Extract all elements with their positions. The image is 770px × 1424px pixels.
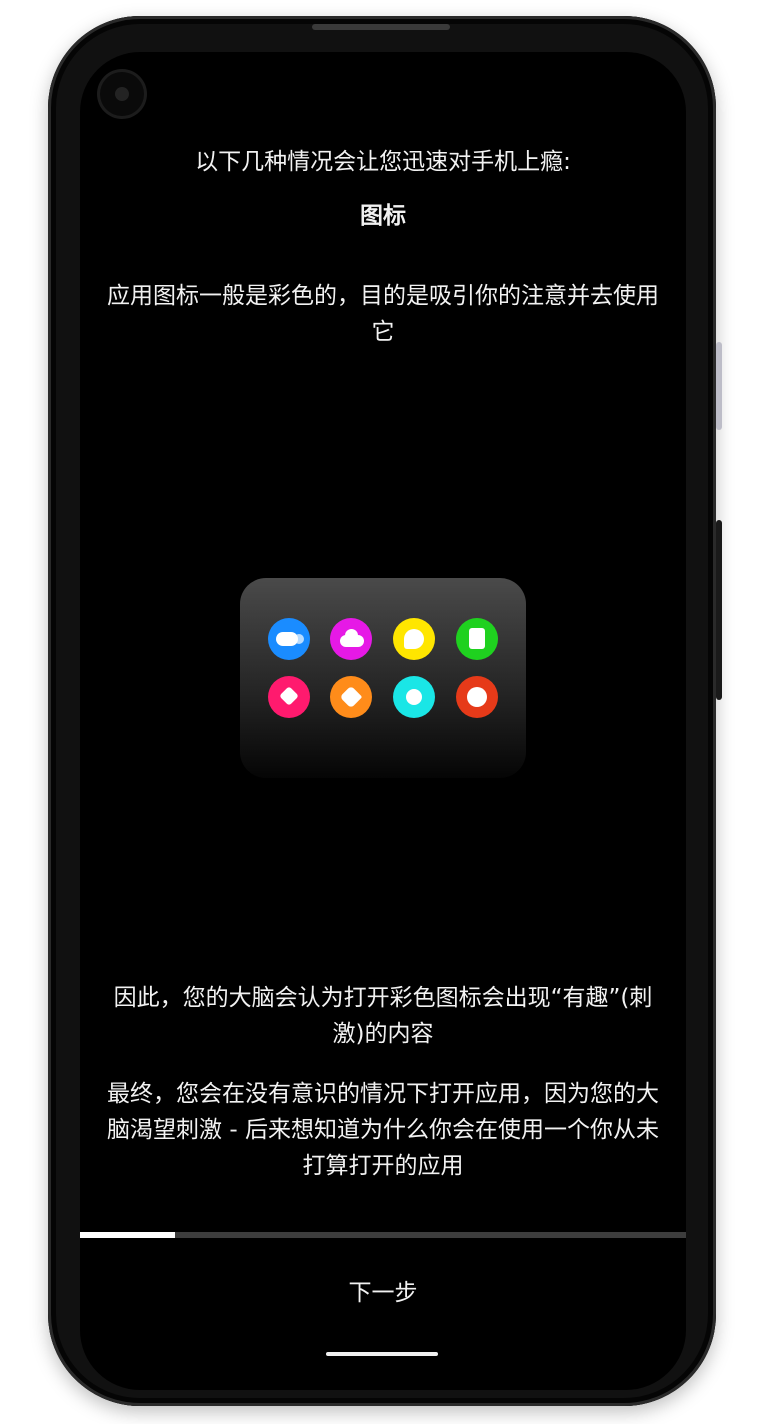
earpiece-speaker [312, 24, 450, 30]
section-description: 应用图标一般是彩色的，目的是吸引你的注意并去使用它 [107, 283, 659, 345]
section-heading: 图标 [360, 203, 406, 229]
home-indicator[interactable] [326, 1352, 438, 1356]
heart-icon [268, 676, 310, 718]
next-button-label: 下一步 [348, 1280, 418, 1306]
power-button [716, 520, 722, 700]
app-folder-illustration [240, 578, 526, 778]
intro-text: 以下几种情况会让您迅速对手机上瘾: [195, 149, 571, 175]
conclusion-paragraph: 最终，您会在没有意识的情况下打开应用，因为您的大脑渴望刺激 - 后来想知道为什么… [107, 1081, 659, 1179]
consequence-paragraph: 因此，您的大脑会认为打开彩色图标会出现“有趣”(刺激)的内容 [113, 985, 653, 1047]
star-icon [393, 676, 435, 718]
chat-bubble-icon [393, 618, 435, 660]
pie-icon [456, 676, 498, 718]
tag-icon [330, 676, 372, 718]
screen: 以下几种情况会让您迅速对手机上瘾: 图标 应用图标一般是彩色的，目的是吸引你的注… [80, 52, 686, 1390]
front-camera [100, 72, 144, 116]
document-icon [456, 618, 498, 660]
volume-button [716, 342, 722, 430]
next-button[interactable]: 下一步 [80, 1238, 686, 1342]
toggle-icon [268, 618, 310, 660]
cloud-icon [330, 618, 372, 660]
